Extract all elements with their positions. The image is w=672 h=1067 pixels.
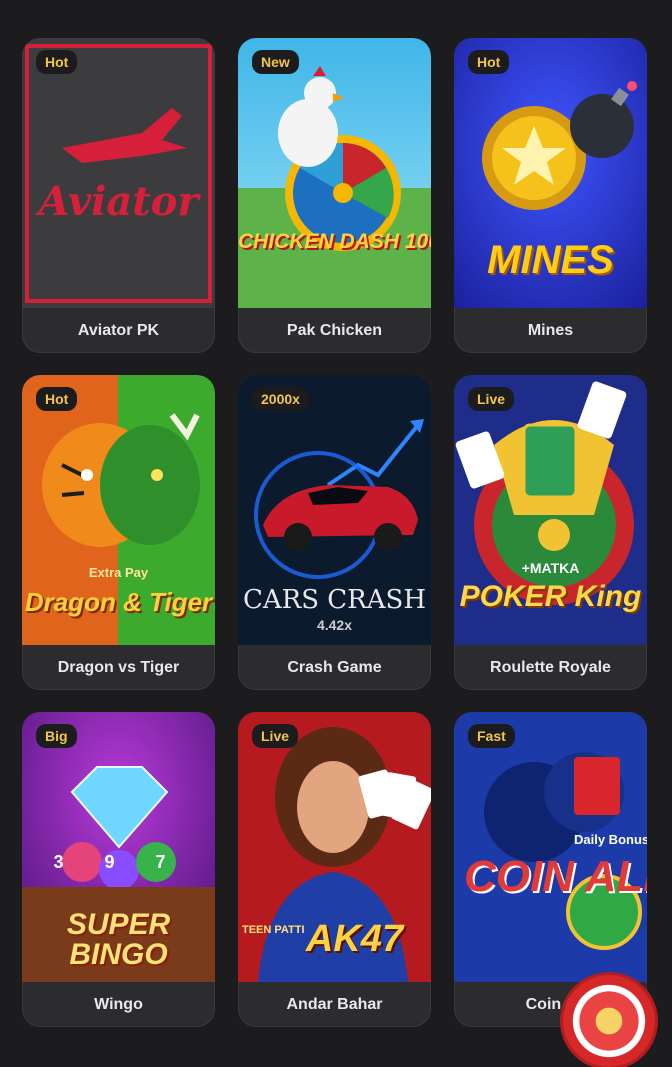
chicken-dash-artwork [238, 38, 431, 308]
hot-badge: Hot [468, 50, 510, 74]
fast-badge: Fast [468, 724, 515, 748]
game-thumbnail[interactable]: Aviator Hot [22, 38, 215, 308]
game-title[interactable]: Wingo [22, 982, 215, 1027]
aviator-artwork [22, 38, 215, 308]
coin-logo-text: COIN ALE [464, 852, 647, 901]
game-card-mines[interactable]: MINES Hot Mines [454, 38, 647, 353]
game-thumbnail[interactable]: CHICKEN DASH 10000 New [238, 38, 431, 308]
ak47-logo-text: AK47 [305, 918, 404, 960]
game-title[interactable]: Dragon vs Tiger [22, 645, 215, 690]
game-thumbnail[interactable]: MINES Hot [454, 38, 647, 308]
game-card-crash-game[interactable]: CARS CRASH 4.42x 2000x Crash Game [238, 375, 431, 690]
new-badge: New [252, 50, 299, 74]
game-title[interactable]: Andar Bahar [238, 982, 431, 1027]
big-badge: Big [36, 724, 77, 748]
hot-badge: Hot [36, 50, 78, 74]
hot-badge: Hot [36, 387, 78, 411]
lucky-wheel-floating-button[interactable] [563, 975, 655, 1067]
game-card-roulette-royale[interactable]: +MATKA POKER King Live Roulette Royale [454, 375, 647, 690]
game-thumbnail[interactable]: Daily Bonus COIN ALE Fast [454, 712, 647, 982]
game-title[interactable]: Pak Chicken [238, 308, 431, 353]
multiplier-badge: 2000x [252, 387, 309, 411]
game-title[interactable]: Aviator PK [22, 308, 215, 353]
poker-king-logo-text: POKER King [459, 580, 642, 613]
game-title[interactable]: Crash Game [238, 645, 431, 690]
game-card-wingo[interactable]: 3 9 7 SUPER BINGO Big Wingo [22, 712, 215, 1027]
game-thumbnail[interactable]: CARS CRASH 4.42x 2000x [238, 375, 431, 645]
live-badge: Live [252, 724, 299, 748]
game-thumbnail[interactable]: TEEN PATTI AK47 Live [238, 712, 431, 982]
matka-text: +MATKA [521, 560, 580, 576]
game-card-dragon-vs-tiger[interactable]: Extra Pay Dragon & Tiger Hot Dragon vs T… [22, 375, 215, 690]
extra-pay-text: Extra Pay [88, 565, 149, 580]
chicken-dash-logo-text: CHICKEN DASH 10000 [238, 230, 431, 253]
game-thumbnail[interactable]: Extra Pay Dragon & Tiger Hot [22, 375, 215, 645]
coin-artwork [454, 712, 647, 982]
multiplier-text: 4.42x [316, 617, 353, 633]
game-card-andar-bahar[interactable]: TEEN PATTI AK47 Live Andar Bahar [238, 712, 431, 1027]
dragon-tiger-logo-text: Dragon & Tiger [24, 587, 213, 617]
game-title[interactable]: Mines [454, 308, 647, 353]
game-card-aviator-pk[interactable]: Aviator Hot Aviator PK [22, 38, 215, 353]
game-title[interactable]: Roulette Royale [454, 645, 647, 690]
game-grid: Aviator Hot Aviator PK CHICKEN DASH 10 N… [22, 38, 647, 1027]
game-thumbnail[interactable]: +MATKA POKER King Live [454, 375, 647, 645]
aviator-logo-text: Aviator [38, 178, 199, 225]
game-card-pak-chicken[interactable]: CHICKEN DASH 10000 New Pak Chicken [238, 38, 431, 353]
daily-bonus-text: Daily Bonus [574, 832, 647, 847]
cars-crash-logo-text: CARS CRASH [242, 585, 427, 615]
mines-logo-text: MINES [487, 238, 614, 282]
super-bingo-logo-text: SUPER BINGO [66, 908, 171, 971]
bingo-balls-text: 3 9 7 [53, 852, 184, 872]
live-badge: Live [468, 387, 515, 411]
game-thumbnail[interactable]: 3 9 7 SUPER BINGO Big [22, 712, 215, 982]
